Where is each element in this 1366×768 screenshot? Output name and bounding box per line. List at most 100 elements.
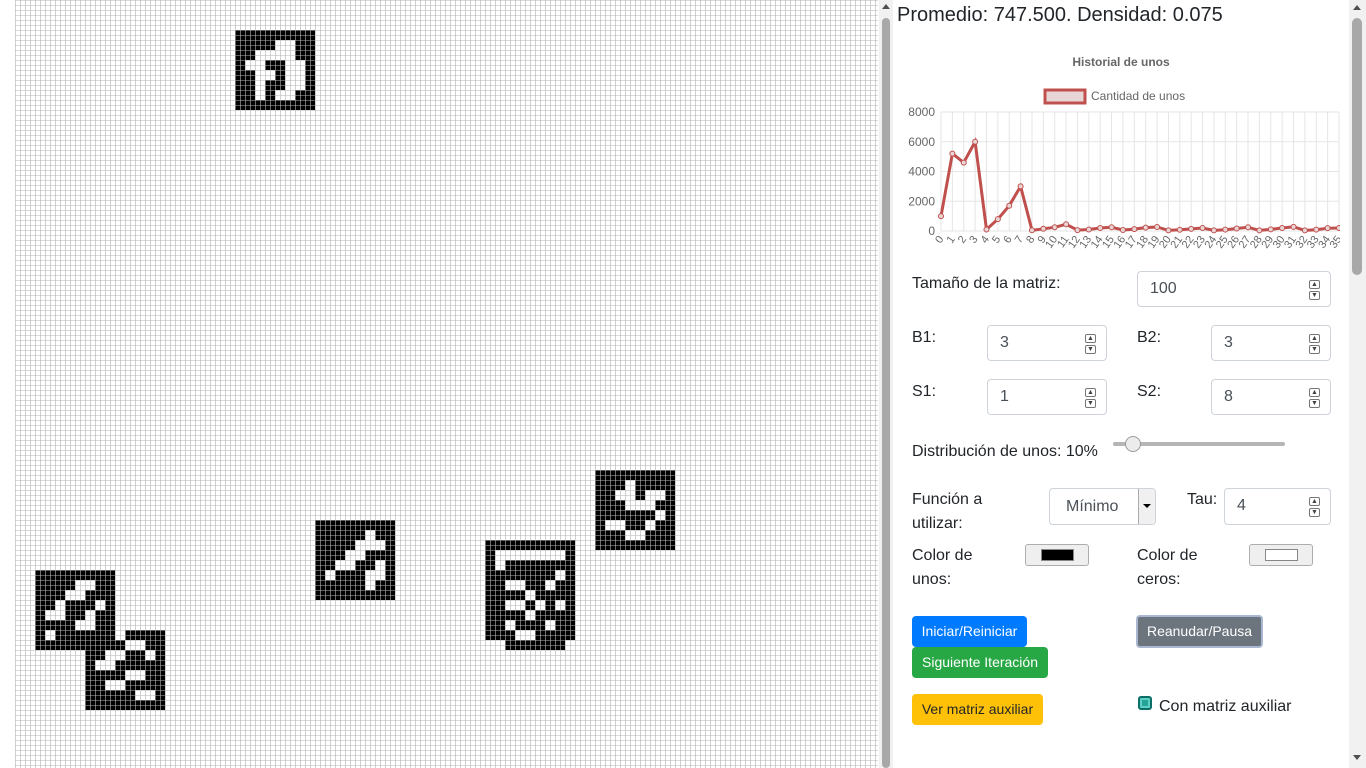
live-cell[interactable] <box>635 540 645 550</box>
data-point[interactable] <box>1063 221 1070 228</box>
live-cell[interactable] <box>295 50 305 60</box>
live-cell[interactable] <box>605 480 615 490</box>
live-cell[interactable] <box>555 590 565 600</box>
live-cell[interactable] <box>155 660 165 670</box>
live-cell[interactable] <box>555 540 565 550</box>
live-cell[interactable] <box>295 40 305 50</box>
live-cell[interactable] <box>125 690 135 700</box>
live-cell[interactable] <box>85 570 95 580</box>
live-cell[interactable] <box>245 100 255 110</box>
live-cell[interactable] <box>375 520 385 530</box>
live-cell[interactable] <box>555 560 565 570</box>
live-cell[interactable] <box>495 630 505 640</box>
live-cell[interactable] <box>75 610 85 620</box>
data-point[interactable] <box>1097 225 1104 232</box>
data-point[interactable] <box>983 226 990 233</box>
live-cell[interactable] <box>385 570 395 580</box>
live-cell[interactable] <box>485 630 495 640</box>
live-cell[interactable] <box>615 480 625 490</box>
spin-down-icon[interactable]: ▼ <box>1309 345 1320 354</box>
live-cell[interactable] <box>345 530 355 540</box>
live-cell[interactable] <box>665 480 675 490</box>
live-cell[interactable] <box>135 650 145 660</box>
live-cell[interactable] <box>35 610 45 620</box>
live-cell[interactable] <box>325 520 335 530</box>
live-cell[interactable] <box>95 570 105 580</box>
live-cell[interactable] <box>105 640 115 650</box>
live-cell[interactable] <box>245 90 255 100</box>
live-cell[interactable] <box>625 520 635 530</box>
spin-down-icon[interactable]: ▼ <box>1085 345 1096 354</box>
live-cell[interactable] <box>615 510 625 520</box>
live-cell[interactable] <box>315 540 325 550</box>
live-cell[interactable] <box>345 570 355 580</box>
live-cell[interactable] <box>505 640 515 650</box>
live-cell[interactable] <box>235 70 245 80</box>
live-cell[interactable] <box>505 570 515 580</box>
live-cell[interactable] <box>665 530 675 540</box>
live-cell[interactable] <box>335 590 345 600</box>
live-cell[interactable] <box>75 640 85 650</box>
live-cell[interactable] <box>595 480 605 490</box>
live-cell[interactable] <box>105 690 115 700</box>
data-point[interactable] <box>1119 226 1126 233</box>
live-cell[interactable] <box>595 530 605 540</box>
live-cell[interactable] <box>565 600 575 610</box>
page-scrollbar[interactable] <box>1349 0 1366 768</box>
live-cell[interactable] <box>105 610 115 620</box>
live-cell[interactable] <box>65 570 75 580</box>
live-cell[interactable] <box>85 700 95 710</box>
live-cell[interactable] <box>665 520 675 530</box>
live-cell[interactable] <box>305 80 315 90</box>
live-cell[interactable] <box>75 570 85 580</box>
live-cell[interactable] <box>485 600 495 610</box>
live-cell[interactable] <box>315 550 325 560</box>
live-cell[interactable] <box>45 580 55 590</box>
data-point[interactable] <box>1006 202 1013 209</box>
live-cell[interactable] <box>345 540 355 550</box>
live-cell[interactable] <box>325 580 335 590</box>
live-cell[interactable] <box>335 550 345 560</box>
live-cell[interactable] <box>255 30 265 40</box>
spin-down-icon[interactable]: ▼ <box>1309 399 1320 408</box>
live-cell[interactable] <box>375 530 385 540</box>
live-cell[interactable] <box>625 470 635 480</box>
live-cell[interactable] <box>245 80 255 90</box>
live-cell[interactable] <box>285 30 295 40</box>
live-cell[interactable] <box>135 660 145 670</box>
spin-up-icon[interactable]: ▲ <box>1309 280 1320 289</box>
live-cell[interactable] <box>55 590 65 600</box>
matrix-size-spinner[interactable]: ▲ ▼ <box>1309 280 1320 300</box>
live-cell[interactable] <box>355 530 365 540</box>
live-cell[interactable] <box>155 630 165 640</box>
b1-spinner[interactable]: ▲ ▼ <box>1085 334 1096 354</box>
live-cell[interactable] <box>665 510 675 520</box>
live-cell[interactable] <box>105 670 115 680</box>
data-point[interactable] <box>949 150 956 157</box>
live-cell[interactable] <box>485 620 495 630</box>
live-cell[interactable] <box>305 100 315 110</box>
data-point[interactable] <box>1131 226 1138 233</box>
live-cell[interactable] <box>485 590 495 600</box>
live-cell[interactable] <box>155 700 165 710</box>
live-cell[interactable] <box>645 540 655 550</box>
live-cell[interactable] <box>155 690 165 700</box>
view-aux-matrix-button[interactable]: Ver matriz auxiliar <box>912 694 1043 725</box>
live-cell[interactable] <box>505 610 515 620</box>
live-cell[interactable] <box>635 520 645 530</box>
data-point[interactable] <box>1176 226 1183 233</box>
live-cell[interactable] <box>615 540 625 550</box>
grid-scrollbar-thumb[interactable] <box>882 18 890 768</box>
live-cell[interactable] <box>295 100 305 110</box>
live-cell[interactable] <box>85 600 95 610</box>
live-cell[interactable] <box>265 100 275 110</box>
live-cell[interactable] <box>315 560 325 570</box>
data-point[interactable] <box>1165 227 1172 234</box>
live-cell[interactable] <box>515 570 525 580</box>
scroll-up-arrow-icon[interactable] <box>882 4 890 9</box>
live-cell[interactable] <box>155 650 165 660</box>
ones-color-picker[interactable] <box>1025 544 1089 566</box>
live-cell[interactable] <box>105 600 115 610</box>
live-cell[interactable] <box>115 700 125 710</box>
live-cell[interactable] <box>245 50 255 60</box>
